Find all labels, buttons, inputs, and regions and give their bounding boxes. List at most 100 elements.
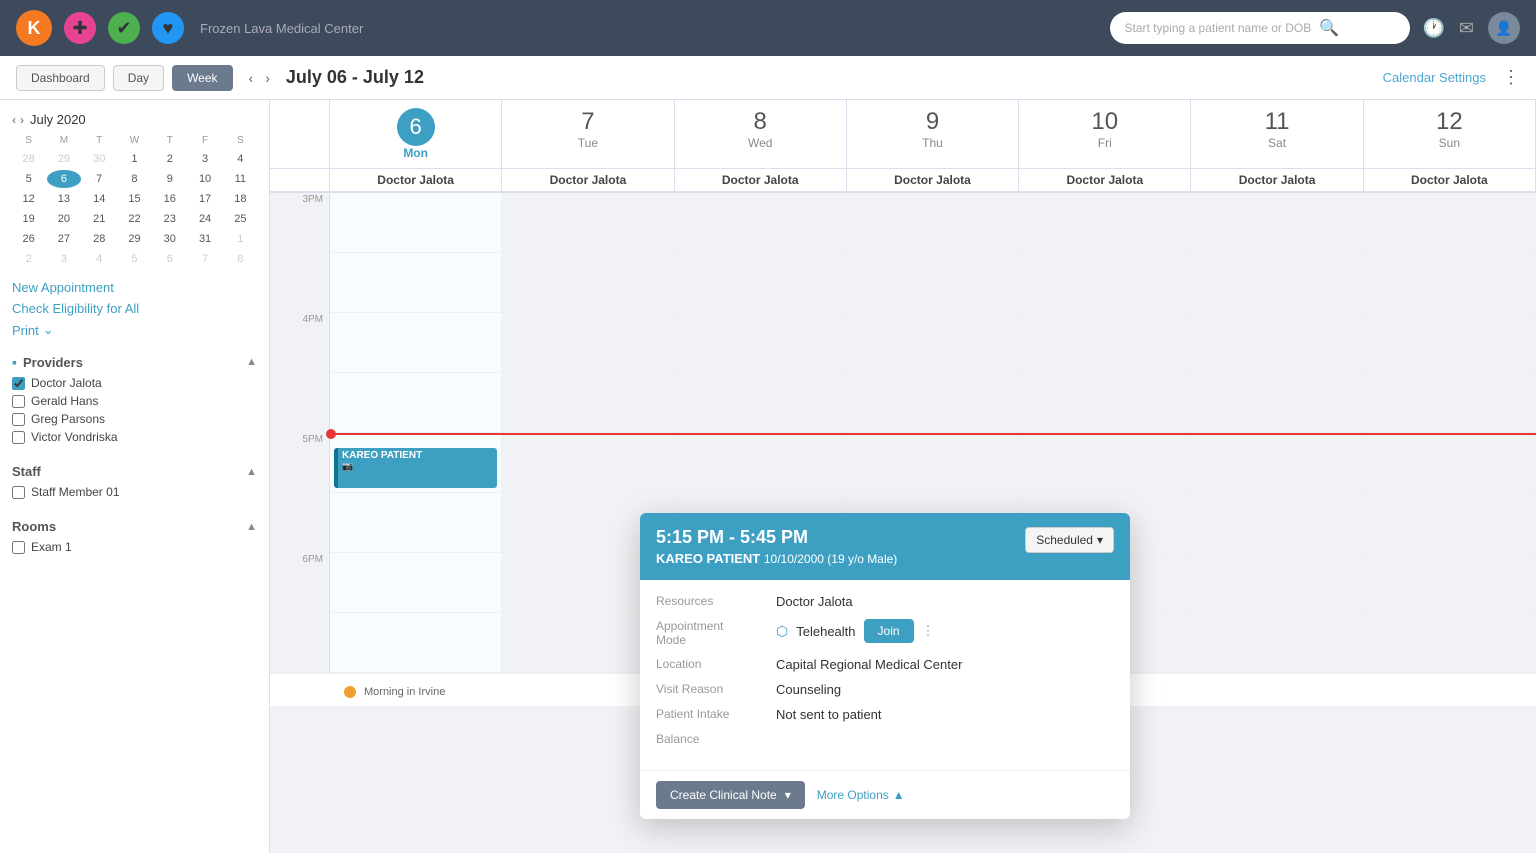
rooms-section-header[interactable]: Rooms ▲	[12, 519, 257, 534]
mini-cal-day[interactable]: 23	[153, 210, 186, 228]
mini-cal-day[interactable]: 30	[83, 150, 116, 168]
cell-sun-630pm[interactable]	[1364, 613, 1536, 673]
cell-sat-430pm[interactable]	[1191, 373, 1363, 433]
cell-wed-5pm[interactable]	[675, 433, 847, 493]
mini-cal-day[interactable]: 12	[12, 190, 45, 208]
provider-checkbox-jalota[interactable]	[12, 377, 25, 390]
cell-fri-4pm[interactable]	[1019, 313, 1191, 373]
cell-tue-4pm[interactable]	[502, 313, 674, 373]
cell-thu-330pm[interactable]	[847, 253, 1019, 313]
cell-tue-5pm[interactable]	[502, 433, 674, 493]
mini-cal-day[interactable]: 5	[12, 170, 45, 188]
cell-tue-430pm[interactable]	[502, 373, 674, 433]
day-tab[interactable]: Day	[113, 65, 164, 91]
day-header-sat[interactable]: 11 Sat	[1191, 100, 1363, 168]
day-header-thu[interactable]: 9 Thu	[847, 100, 1019, 168]
dashboard-tab[interactable]: Dashboard	[16, 65, 105, 91]
day-header-fri[interactable]: 10 Fri	[1019, 100, 1191, 168]
cell-sun-6pm[interactable]	[1364, 553, 1536, 613]
cell-wed-430pm[interactable]	[675, 373, 847, 433]
history-icon[interactable]: 🕐	[1422, 18, 1444, 39]
mini-cal-day[interactable]: 19	[12, 210, 45, 228]
mini-cal-day[interactable]: 4	[224, 150, 257, 168]
cell-mon-5pm[interactable]: KAREO PATIENT 📷	[330, 433, 502, 493]
appointment-event[interactable]: KAREO PATIENT 📷	[334, 448, 497, 488]
cell-thu-3pm[interactable]	[847, 193, 1019, 253]
mini-cal-day[interactable]: 27	[47, 230, 80, 248]
mini-cal-day[interactable]: 1	[118, 150, 151, 168]
cell-wed-330pm[interactable]	[675, 253, 847, 313]
staff-checkbox-01[interactable]	[12, 486, 25, 499]
cell-sun-530pm[interactable]	[1364, 493, 1536, 553]
mini-cal-day[interactable]: 26	[12, 230, 45, 248]
mini-cal-day[interactable]: 7	[83, 170, 116, 188]
join-button[interactable]: Join	[864, 619, 914, 643]
app-logo[interactable]: K	[16, 10, 52, 46]
mini-cal-day[interactable]: 18	[224, 190, 257, 208]
cell-mon-630pm[interactable]	[330, 613, 502, 673]
cell-sun-430pm[interactable]	[1364, 373, 1536, 433]
mini-cal-day[interactable]: 28	[12, 150, 45, 168]
cell-tue-3pm[interactable]	[502, 193, 674, 253]
provider-checkbox-vondriska[interactable]	[12, 431, 25, 444]
more-options-icon[interactable]: ⋮	[1502, 67, 1520, 88]
staff-section-header[interactable]: Staff ▲	[12, 464, 257, 479]
cell-thu-430pm[interactable]	[847, 373, 1019, 433]
cell-sat-630pm[interactable]	[1191, 613, 1363, 673]
providers-section-header[interactable]: ▪ Providers ▲	[12, 354, 257, 370]
cell-fri-5pm[interactable]	[1019, 433, 1191, 493]
mini-cal-day[interactable]: 8	[118, 170, 151, 188]
mini-cal-day[interactable]: 8	[224, 250, 257, 268]
check-eligibility-link[interactable]: Check Eligibility for All	[12, 301, 257, 316]
mini-cal-day[interactable]: 29	[118, 230, 151, 248]
cell-sat-6pm[interactable]	[1191, 553, 1363, 613]
mini-cal-day[interactable]: 10	[188, 170, 221, 188]
patient-search[interactable]: Start typing a patient name or DOB 🔍	[1110, 12, 1410, 44]
cell-mon-3pm[interactable]	[330, 193, 502, 253]
cell-fri-330pm[interactable]	[1019, 253, 1191, 313]
cell-sun-3pm[interactable]	[1364, 193, 1536, 253]
mini-cal-day[interactable]: 1	[224, 230, 257, 248]
cell-sat-3pm[interactable]	[1191, 193, 1363, 253]
mini-cal-day[interactable]: 30	[153, 230, 186, 248]
cell-wed-4pm[interactable]	[675, 313, 847, 373]
mini-cal-day[interactable]: 14	[83, 190, 116, 208]
cell-fri-430pm[interactable]	[1019, 373, 1191, 433]
mini-cal-day[interactable]: 2	[153, 150, 186, 168]
mini-cal-day[interactable]: 25	[224, 210, 257, 228]
cell-fri-3pm[interactable]	[1019, 193, 1191, 253]
week-tab[interactable]: Week	[172, 65, 232, 91]
calendar-settings-link[interactable]: Calendar Settings	[1383, 70, 1486, 85]
mini-cal-next[interactable]: ›	[20, 113, 24, 127]
mini-cal-day[interactable]: 3	[47, 250, 80, 268]
create-clinical-note-button[interactable]: Create Clinical Note ▾	[656, 781, 805, 809]
mail-icon[interactable]: ✉	[1459, 18, 1474, 39]
mini-cal-day[interactable]: 20	[47, 210, 80, 228]
room-checkbox-exam1[interactable]	[12, 541, 25, 554]
mini-cal-day[interactable]: 2	[12, 250, 45, 268]
mode-more-icon[interactable]: ⋮	[922, 623, 935, 639]
mini-cal-day[interactable]: 5	[118, 250, 151, 268]
nav-icon-check[interactable]: ✔	[108, 12, 140, 44]
next-week-arrow[interactable]: ›	[261, 70, 274, 86]
cell-mon-530pm[interactable]	[330, 493, 502, 553]
mini-cal-day[interactable]: 13	[47, 190, 80, 208]
day-header-mon[interactable]: 6 Mon	[330, 100, 502, 168]
more-options-button[interactable]: More Options ▲	[817, 788, 905, 802]
search-icon[interactable]: 🔍	[1319, 18, 1339, 38]
mini-cal-today[interactable]: 6	[47, 170, 80, 188]
cell-mon-4pm[interactable]	[330, 313, 502, 373]
mini-cal-day[interactable]: 31	[188, 230, 221, 248]
prev-week-arrow[interactable]: ‹	[245, 70, 258, 86]
mini-cal-day[interactable]: 16	[153, 190, 186, 208]
cell-sun-5pm[interactable]	[1364, 433, 1536, 493]
mini-cal-day[interactable]: 6	[153, 250, 186, 268]
cell-sun-4pm[interactable]	[1364, 313, 1536, 373]
mini-cal-day[interactable]: 29	[47, 150, 80, 168]
mini-cal-day[interactable]: 11	[224, 170, 257, 188]
mini-cal-day[interactable]: 4	[83, 250, 116, 268]
mini-cal-day[interactable]: 15	[118, 190, 151, 208]
cell-mon-430pm[interactable]	[330, 373, 502, 433]
mini-cal-day[interactable]: 22	[118, 210, 151, 228]
day-header-tue[interactable]: 7 Tue	[502, 100, 674, 168]
